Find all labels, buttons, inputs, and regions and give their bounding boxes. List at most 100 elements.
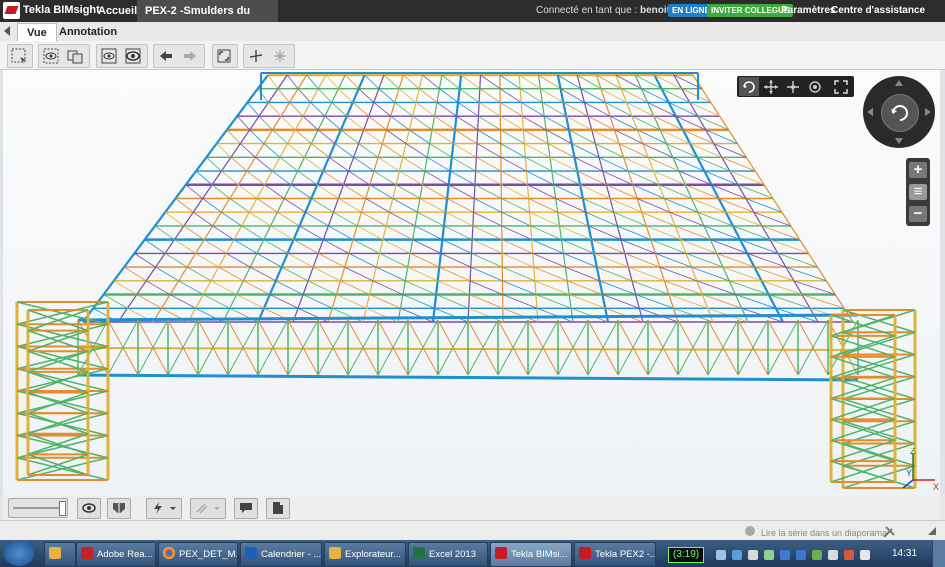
document-button[interactable] [266,498,290,519]
roof-brace[interactable] [500,143,526,158]
bluetooth-icon[interactable] [796,550,806,560]
roof-brace[interactable] [555,198,586,213]
roof-brace[interactable] [206,157,222,172]
roof-brace[interactable] [664,280,703,295]
roof-brace[interactable] [551,170,581,186]
roof-brace[interactable] [203,294,230,309]
roof-brace[interactable] [369,184,393,199]
start-button[interactable] [4,541,34,566]
roof-brace[interactable] [591,239,625,254]
roof-brace[interactable] [502,294,538,309]
collapse-arrow-icon[interactable] [4,26,10,36]
roof-brace[interactable] [136,294,162,309]
roof-brace[interactable] [373,102,391,117]
roof-brace[interactable] [400,307,434,323]
app-tray-icon[interactable] [812,550,822,560]
roof-brace[interactable] [499,102,523,117]
roof-brace[interactable] [476,156,502,172]
roof-brace[interactable] [418,88,438,103]
roof-brace[interactable] [536,307,574,323]
pan-button[interactable] [761,77,781,96]
look-around-button[interactable] [805,77,825,96]
roof-brace[interactable] [267,74,279,89]
resize-grip-icon[interactable] [926,525,938,537]
roof-brace[interactable] [563,253,597,268]
roof-brace[interactable] [268,102,282,117]
roof-brace[interactable] [502,266,536,282]
roof-brace[interactable] [577,170,607,186]
play-icon[interactable] [745,526,755,536]
roof-brace[interactable] [311,198,334,213]
roof-brace[interactable] [451,156,476,172]
roof-brace[interactable] [343,184,366,199]
roof-brace[interactable] [446,198,474,213]
roof-brace[interactable] [526,170,554,186]
roof-brace[interactable] [471,253,503,268]
roof-brace[interactable] [534,280,570,295]
roof-brace[interactable] [477,129,501,144]
roof-brace[interactable] [419,198,446,213]
roof-brace[interactable] [500,115,524,131]
roof-brace[interactable] [369,294,401,309]
roof-brace[interactable] [378,88,396,103]
roof-brace[interactable] [553,184,584,199]
zoom-slider-handle[interactable]: ≡ [909,184,927,200]
roof-brace[interactable] [290,184,312,199]
roof-brace[interactable] [565,115,592,131]
network-icon[interactable] [732,550,742,560]
roof-brace[interactable] [407,266,438,282]
roof-brace[interactable] [437,280,470,295]
roof-brace[interactable] [431,129,454,144]
show-desktop-button[interactable] [932,540,945,567]
roof-brace[interactable] [389,211,416,227]
roof-brace[interactable] [297,88,311,103]
roof-brace[interactable] [435,294,469,309]
roof-brace[interactable] [204,239,227,254]
taskbar-item-tekla-pex2[interactable]: Tekla PEX2 -... [574,542,656,567]
roof-brace[interactable] [415,102,435,117]
roof-brace[interactable] [283,198,306,213]
roof-brace[interactable] [737,184,774,199]
fit-view-button[interactable] [214,47,234,65]
roof-brace[interactable] [178,280,204,295]
taskbar-item-explorer[interactable]: Explorateur... [324,542,406,567]
roof-brace[interactable] [599,280,636,295]
display-icon[interactable] [828,550,838,560]
roof-brace[interactable] [280,115,296,131]
roof-brace[interactable] [263,239,288,254]
outlook-tray-icon[interactable] [780,550,790,560]
roof-brace[interactable] [571,143,600,158]
roof-brace[interactable] [277,88,290,103]
roof-brace[interactable] [620,239,656,254]
roof-brace[interactable] [530,225,562,241]
roof-brace[interactable] [365,198,390,213]
roof-brace[interactable] [761,225,800,241]
roof-brace[interactable] [256,253,282,268]
roof-brace[interactable] [364,74,380,90]
cloud-icon[interactable] [716,550,726,560]
roof-brace[interactable] [385,225,413,241]
roof-brace[interactable] [502,307,539,323]
roof-brace[interactable] [313,266,341,282]
roof-brace[interactable] [299,225,324,241]
roof-brace[interactable] [348,253,377,268]
roof-brace[interactable] [317,129,336,144]
orbit-button[interactable] [739,77,759,96]
roof-brace[interactable] [460,74,481,90]
roof-brace[interactable] [212,225,235,241]
roof-brace[interactable] [565,266,600,282]
roof-brace[interactable] [617,225,651,241]
roof-brace[interactable] [338,88,354,103]
roof-brace[interactable] [593,253,629,268]
roof-brace[interactable] [568,129,596,144]
roof-brace[interactable] [358,88,375,103]
roof-brace[interactable] [527,184,556,199]
roof-brace[interactable] [377,156,400,172]
roof-brace[interactable] [422,184,448,199]
roof-brace[interactable] [348,170,371,186]
roof-brace[interactable] [372,280,404,295]
roof-brace[interactable] [304,157,324,172]
show-selected-button[interactable] [41,47,61,65]
roof-brace[interactable] [344,266,374,282]
roof-brace[interactable] [602,294,640,309]
